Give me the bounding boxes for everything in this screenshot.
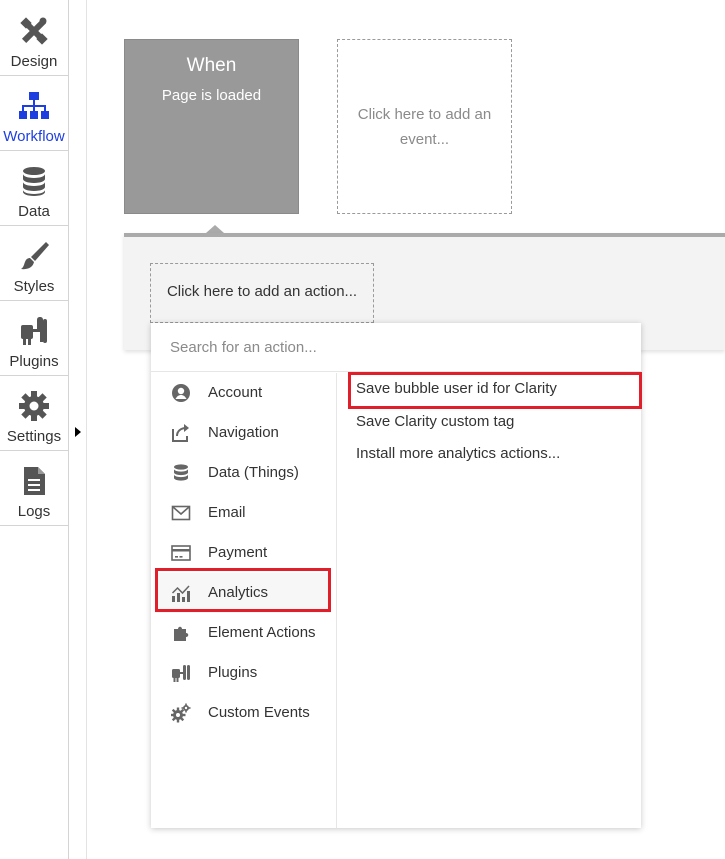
action-save-bubble-user-id[interactable]: Save bubble user id for Clarity <box>356 380 557 397</box>
plug-icon <box>172 665 190 682</box>
analytics-icon <box>171 585 190 602</box>
sidebar-item-label: Workflow <box>3 128 65 145</box>
event-subtitle: Page is loaded <box>161 87 262 104</box>
category-label: Data (Things) <box>208 464 299 481</box>
action-install-more-analytics[interactable]: Install more analytics actions... <box>356 445 560 462</box>
add-event-label: Click here to add an event... <box>357 106 492 148</box>
category-element-actions[interactable]: Element Actions <box>155 613 331 653</box>
sidebar-item-label: Design <box>10 53 58 70</box>
sidebar-item-plugins[interactable]: Plugins <box>0 301 68 376</box>
add-event-button[interactable]: Click here to add an event... <box>337 39 512 214</box>
settings-expand-arrow-icon[interactable] <box>75 427 81 437</box>
sidebar-item-design[interactable]: Design <box>0 1 68 76</box>
category-label: Account <box>208 384 263 401</box>
left-sidebar: Design Workflow Data Styles Plugins Sett… <box>0 0 69 859</box>
brush-icon <box>21 242 49 270</box>
category-custom-events[interactable]: Custom Events <box>155 693 331 733</box>
sidebar-item-workflow[interactable]: Workflow <box>0 76 68 151</box>
action-save-clarity-custom-tag[interactable]: Save Clarity custom tag <box>356 413 514 430</box>
sidebar-item-styles[interactable]: Styles <box>0 226 68 301</box>
database-icon <box>23 167 45 196</box>
sidebar-item-label: Logs <box>17 503 51 520</box>
account-icon <box>172 384 190 402</box>
category-navigation[interactable]: Navigation <box>155 413 331 453</box>
action-search-input[interactable] <box>151 323 641 372</box>
database-icon <box>174 464 188 481</box>
event-title: When <box>186 55 237 76</box>
workflow-icon <box>19 92 49 119</box>
sidebar-item-data[interactable]: Data <box>0 151 68 226</box>
sidebar-item-label: Settings <box>6 428 62 445</box>
category-label: Analytics <box>208 584 269 601</box>
payment-icon <box>171 545 191 561</box>
category-data-things[interactable]: Data (Things) <box>155 453 331 493</box>
sidebar-item-settings[interactable]: Settings <box>0 376 68 451</box>
category-plugins[interactable]: Plugins <box>155 653 331 693</box>
plug-icon <box>21 317 47 345</box>
sidebar-item-logs[interactable]: Logs <box>0 451 68 526</box>
action-category-list: Account Navigation Data (Things) Email P… <box>151 373 337 828</box>
canvas-divider <box>86 0 87 859</box>
add-action-label: Click here to add an action... <box>166 283 358 300</box>
sidebar-item-label: Styles <box>13 278 55 295</box>
category-account[interactable]: Account <box>155 373 331 413</box>
category-analytics[interactable]: Analytics <box>155 573 331 613</box>
category-label: Navigation <box>208 424 279 441</box>
add-action-button[interactable]: Click here to add an action... <box>150 263 374 323</box>
category-email[interactable]: Email <box>155 493 331 533</box>
sidebar-item-label: Data <box>18 203 50 220</box>
document-icon <box>24 467 45 495</box>
action-list: Save bubble user id for Clarity Save Cla… <box>338 372 642 828</box>
category-label: Payment <box>208 544 268 561</box>
category-label: Plugins <box>208 664 258 681</box>
navigation-icon <box>172 424 189 442</box>
gear-icon <box>19 391 49 421</box>
event-card-page-loaded[interactable]: When Page is loaded <box>124 39 299 214</box>
action-picker-dropdown: Account Navigation Data (Things) <box>151 323 642 828</box>
category-payment[interactable]: Payment <box>155 533 331 573</box>
action-bar-pointer <box>206 225 224 233</box>
category-label: Email <box>208 504 246 521</box>
design-icon <box>20 17 48 45</box>
gears-icon <box>171 703 191 723</box>
category-label: Custom Events <box>208 704 310 721</box>
email-icon <box>171 505 191 521</box>
sidebar-item-label: Plugins <box>9 353 59 370</box>
element-actions-icon <box>174 626 189 641</box>
category-label: Element Actions <box>208 624 316 641</box>
